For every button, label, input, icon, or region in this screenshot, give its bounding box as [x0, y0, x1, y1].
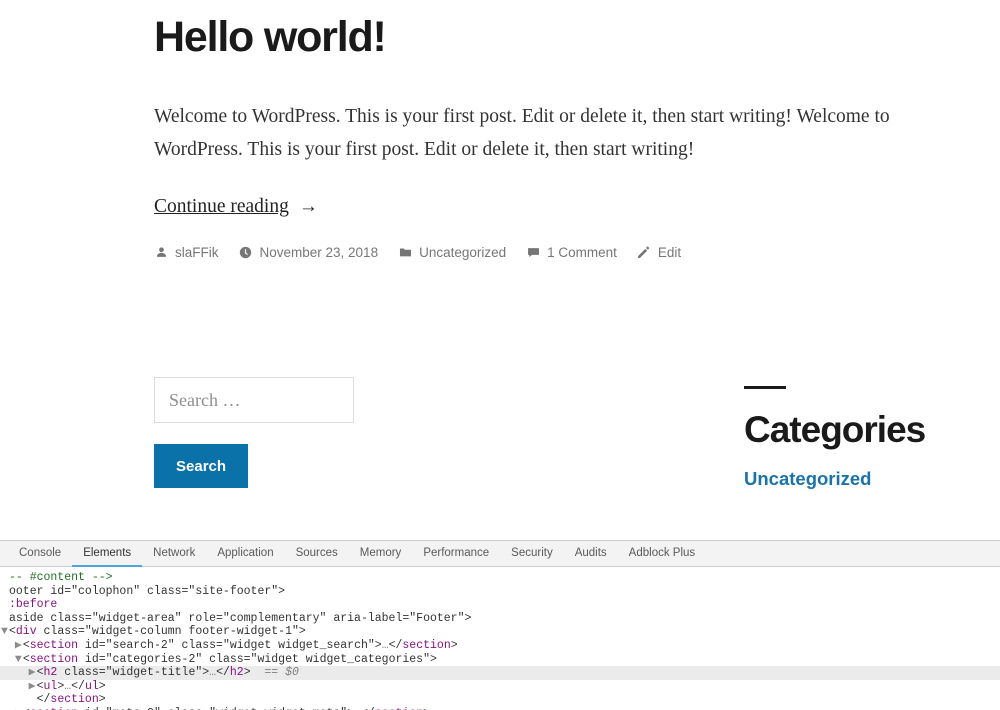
categories-widget: Categories Uncategorized — [744, 386, 974, 490]
chevron-down-icon[interactable]: ▼ — [14, 653, 23, 667]
devtools-tab-console[interactable]: Console — [8, 541, 72, 567]
continue-reading-link[interactable]: Continue reading → — [154, 196, 318, 218]
dom-tree-row-selected[interactable]: ▶<h2 class="widget-title">…</h2> == $0 — [0, 666, 1000, 680]
devtools-tab-label: Adblock Plus — [629, 547, 695, 559]
devtools-tab-adblock-plus[interactable]: Adblock Plus — [618, 541, 706, 567]
devtools-tab-label: Performance — [423, 547, 489, 559]
category-link-uncategorized[interactable]: Uncategorized — [744, 468, 871, 489]
comment-icon — [526, 246, 540, 260]
dom-tree-row-markup: aside class="widget-area" role="compleme… — [9, 612, 471, 625]
twisty-spacer — [0, 598, 9, 612]
devtools-tab-audits[interactable]: Audits — [564, 541, 618, 567]
categories-widget-title: Categories — [744, 411, 974, 450]
devtools-tab-label: Sources — [296, 547, 338, 559]
devtools-tab-label: Network — [153, 547, 195, 559]
meta-edit-label: Edit — [658, 245, 681, 260]
arrow-right-icon: → — [299, 196, 318, 218]
twisty-spacer — [0, 612, 9, 626]
rendered-page-viewport: Hello world! Welcome to WordPress. This … — [0, 0, 1000, 540]
search-button[interactable]: Search — [154, 444, 248, 488]
devtools-tab-label: Memory — [360, 547, 402, 559]
meta-edit[interactable]: Edit — [637, 245, 681, 260]
chevron-right-icon[interactable]: ▶ — [28, 666, 37, 680]
post-body-text: Welcome to WordPress. This is your first… — [154, 100, 944, 166]
twisty-spacer — [28, 693, 37, 707]
chevron-right-icon[interactable]: ▶ — [28, 680, 37, 694]
devtools-tab-label: Elements — [83, 547, 131, 559]
list-item: Uncategorized — [744, 468, 974, 490]
dom-tree-row-markup: :before — [9, 598, 57, 611]
dom-tree-row[interactable]: -- #content --> — [0, 571, 1000, 585]
devtools-tabbar: Console Elements Network Application Sources… — [0, 541, 1000, 567]
pencil-icon — [637, 246, 651, 260]
devtools-tab-network[interactable]: Network — [142, 541, 206, 567]
devtools-tab-memory[interactable]: Memory — [349, 541, 413, 567]
meta-comments[interactable]: 1 Comment — [526, 245, 617, 260]
entry-meta: slaFFik November 23, 2018 Uncategorized … — [154, 245, 681, 260]
dom-tree-row[interactable]: :before — [0, 598, 1000, 612]
dom-tree-row[interactable]: ▶<section id="search-2" class="widget wi… — [0, 639, 1000, 653]
meta-date-label: November 23, 2018 — [260, 245, 379, 260]
categories-list: Uncategorized — [744, 468, 974, 490]
meta-author-label: slaFFik — [175, 245, 219, 260]
clock-icon — [239, 246, 253, 260]
dom-tree-row-markup: -- #content --> — [9, 571, 113, 584]
widget-title-rule — [744, 386, 786, 389]
dom-tree-row[interactable]: ooter id="colophon" class="site-footer"> — [0, 585, 1000, 599]
dom-tree-row[interactable]: ▼<section id="categories-2" class="widge… — [0, 653, 1000, 667]
search-input[interactable] — [154, 377, 354, 423]
dom-tree-row[interactable]: aside class="widget-area" role="compleme… — [0, 612, 1000, 626]
devtools-tab-label: Security — [511, 547, 553, 559]
indent-spacer — [0, 666, 28, 679]
indent-spacer — [0, 639, 14, 652]
devtools-tab-security[interactable]: Security — [500, 541, 564, 567]
dom-tree-row-markup: <ul>…</ul> — [37, 680, 106, 693]
devtools-tab-label: Application — [217, 547, 273, 559]
meta-category-label: Uncategorized — [419, 245, 506, 260]
continue-reading-label: Continue reading — [154, 196, 289, 218]
dom-tree-row-markup: <section id="search-2" class="widget wid… — [23, 639, 458, 652]
dom-tree-row[interactable]: ▶<ul>…</ul> — [0, 680, 1000, 694]
meta-author[interactable]: slaFFik — [154, 245, 219, 260]
page-title: Hello world! — [154, 14, 386, 61]
devtools-tab-sources[interactable]: Sources — [285, 541, 349, 567]
devtools-panel: Console Elements Network Application Sources… — [0, 540, 1000, 710]
devtools-tab-application[interactable]: Application — [206, 541, 284, 567]
devtools-tab-label: Console — [19, 547, 61, 559]
dom-tree-row-markup: <h2 class="widget-title">…</h2> == $0 — [37, 666, 299, 679]
person-icon — [154, 246, 168, 260]
indent-spacer — [0, 693, 28, 706]
twisty-spacer — [0, 571, 9, 585]
dom-tree[interactable]: -- #content --> ooter id="colophon" clas… — [0, 567, 1000, 710]
chevron-right-icon[interactable]: ▶ — [14, 639, 23, 653]
indent-spacer — [0, 680, 28, 693]
dom-tree-row-markup: </section> — [37, 693, 106, 706]
twisty-spacer — [0, 585, 9, 599]
devtools-tab-performance[interactable]: Performance — [412, 541, 500, 567]
search-widget: Search — [154, 377, 354, 488]
indent-spacer — [0, 653, 14, 666]
chevron-down-icon[interactable]: ▼ — [0, 625, 9, 639]
devtools-tab-elements[interactable]: Elements — [72, 541, 142, 567]
devtools-tab-label: Audits — [575, 547, 607, 559]
dom-tree-row[interactable]: </section> — [0, 693, 1000, 707]
meta-category[interactable]: Uncategorized — [398, 245, 506, 260]
dom-tree-row-markup: <section id="categories-2" class="widget… — [23, 653, 437, 666]
meta-date[interactable]: November 23, 2018 — [239, 245, 379, 260]
meta-comments-label: 1 Comment — [547, 245, 617, 260]
folder-icon — [398, 246, 412, 260]
dom-tree-row-markup: ooter id="colophon" class="site-footer"> — [9, 585, 285, 598]
dom-tree-row[interactable]: ▼<div class="widget-column footer-widget… — [0, 625, 1000, 639]
dom-tree-row-markup: <div class="widget-column footer-widget-… — [9, 625, 306, 638]
